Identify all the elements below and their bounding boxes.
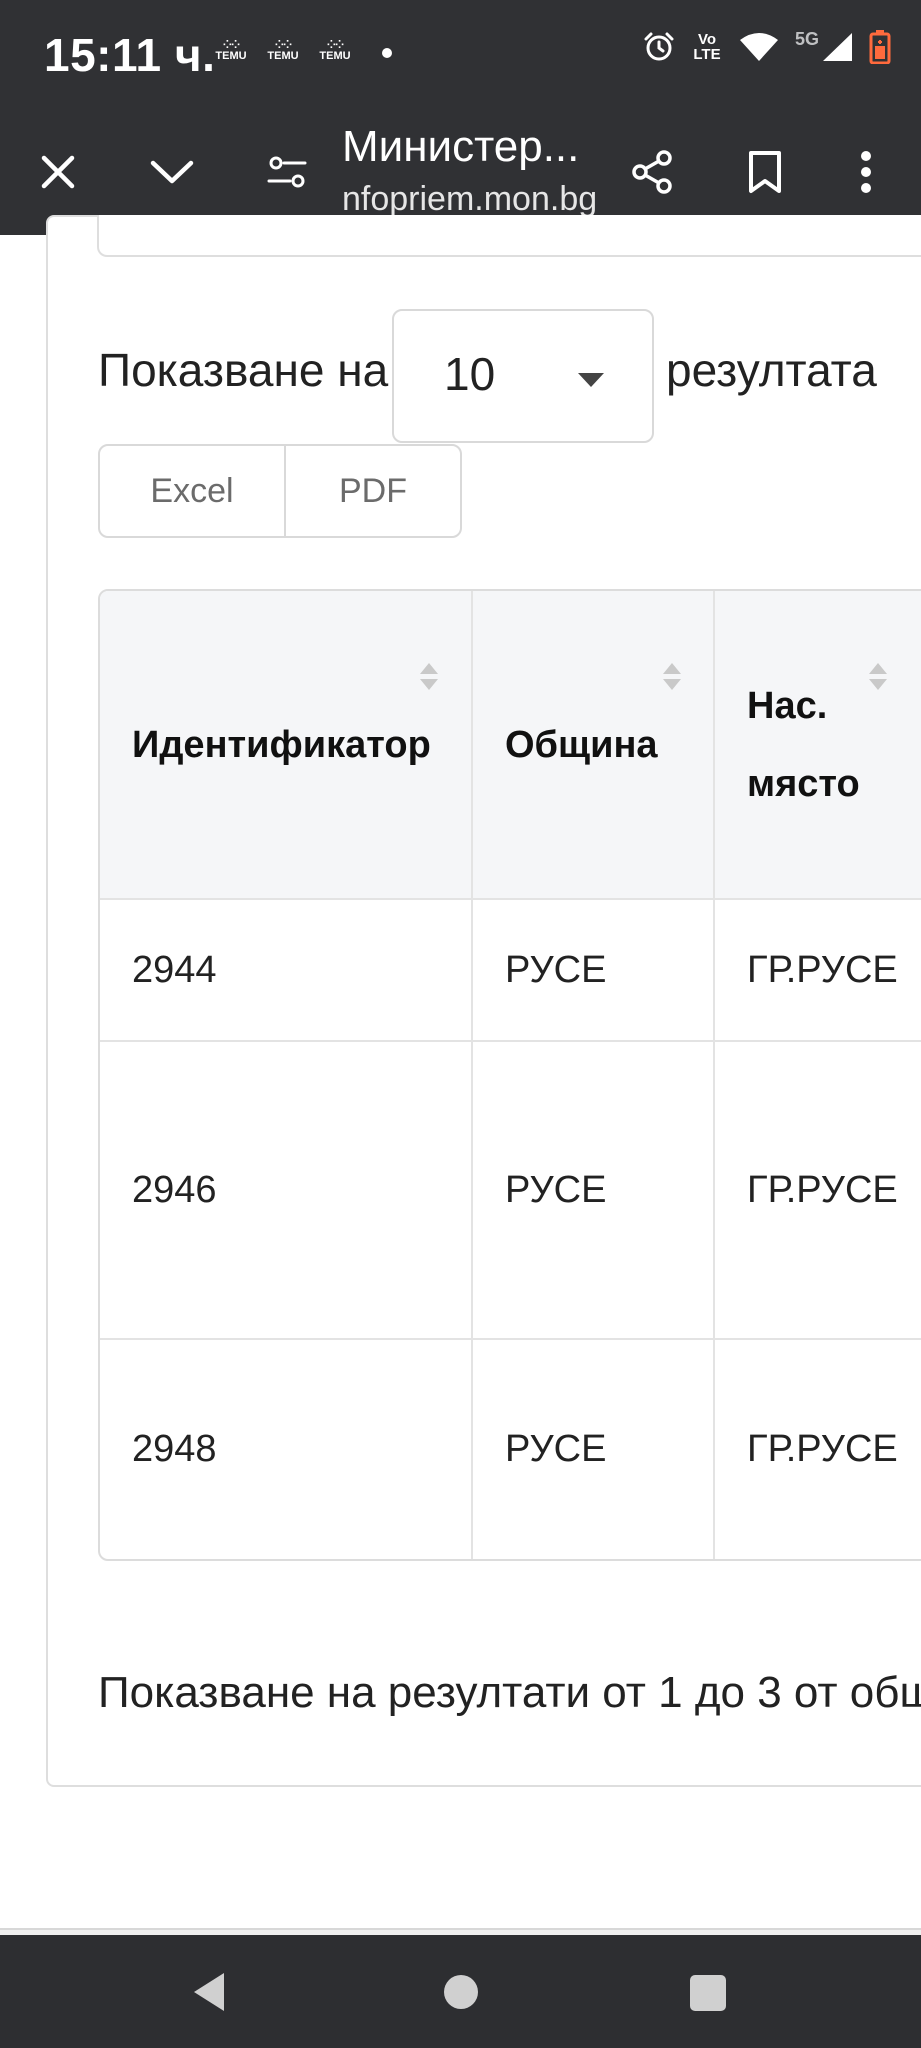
- recent-apps-icon[interactable]: [690, 1975, 726, 2011]
- table-row: 2946 РУСЕ ГР.РУСЕ: [100, 1041, 921, 1340]
- sort-icon: [420, 663, 438, 693]
- cell-settlement: ГР.РУСЕ: [714, 1339, 921, 1559]
- table-row: 2944 РУСЕ ГР.РУСЕ: [100, 899, 921, 1042]
- export-buttons: Excel PDF: [98, 444, 462, 538]
- sort-icon: [663, 663, 681, 693]
- cell-municipality: РУСЕ: [472, 1339, 715, 1559]
- excel-export-button[interactable]: Excel: [100, 446, 286, 536]
- results-table: Идентификатор Община Нас. място 2944 РУС…: [100, 591, 921, 1559]
- length-suffix-label: резултата: [666, 344, 877, 396]
- system-navigation-bar: [0, 1935, 921, 2048]
- page-length-value: 10: [444, 348, 496, 400]
- page-title[interactable]: Министер...: [342, 122, 579, 172]
- status-right-icons: Vo LTE 5G: [643, 28, 891, 64]
- page-length-select[interactable]: 10: [392, 309, 654, 443]
- battery-icon: [869, 30, 891, 64]
- cell-identifier: 2946: [100, 1041, 473, 1340]
- cell-settlement: ГР.РУСЕ: [714, 1041, 921, 1340]
- temu-notification-icon: ⁘⁘ TEMU: [215, 39, 247, 62]
- column-header-settlement[interactable]: Нас. място: [714, 591, 921, 900]
- home-icon[interactable]: [444, 1975, 478, 2009]
- back-icon[interactable]: [190, 1970, 228, 2014]
- network-type: 5G: [794, 28, 819, 49]
- length-prefix-label: Показване на: [98, 344, 389, 396]
- more-notifications-dot: [382, 48, 392, 58]
- dropdown-caret-icon: [578, 373, 604, 387]
- table-info-text: Показване на резултати от 1 до 3 от общо: [98, 1668, 921, 1717]
- status-bar: 15:11 ч. ⁘⁘ TEMU ⁘⁘ TEMU ⁘⁘ TEMU Vo LTE 5G: [0, 0, 921, 108]
- temu-notification-icon: ⁘⁘ TEMU: [319, 39, 351, 62]
- cell-identifier: 2944: [100, 899, 473, 1042]
- sort-icon: [869, 663, 887, 693]
- cell-municipality: РУСЕ: [472, 1041, 715, 1340]
- signal-icon: [823, 33, 852, 61]
- alarm-icon: [644, 32, 674, 61]
- temu-notification-icon: ⁘⁘ TEMU: [267, 39, 299, 62]
- pdf-export-button[interactable]: PDF: [286, 446, 460, 536]
- volte-icon: Vo LTE: [693, 31, 721, 63]
- notification-icons: ⁘⁘ TEMU ⁘⁘ TEMU ⁘⁘ TEMU: [212, 40, 354, 66]
- cell-settlement: ГР.РУСЕ: [714, 899, 921, 1042]
- cell-municipality: РУСЕ: [472, 899, 715, 1042]
- page-content: Показване на 10 резултата Excel PDF Иден…: [0, 215, 921, 1935]
- column-header-municipality[interactable]: Община: [472, 591, 715, 900]
- results-table-container[interactable]: Идентификатор Община Нас. място 2944 РУС…: [98, 589, 921, 1561]
- status-time: 15:11 ч.: [44, 29, 216, 81]
- cell-identifier: 2948: [100, 1339, 473, 1559]
- previous-card-edge: [97, 215, 921, 257]
- page-url[interactable]: nfopriem.mon.bg: [342, 180, 597, 219]
- table-row: 2948 РУСЕ ГР.РУСЕ: [100, 1339, 921, 1559]
- column-header-identifier[interactable]: Идентификатор: [100, 591, 473, 900]
- wifi-icon: [739, 33, 778, 61]
